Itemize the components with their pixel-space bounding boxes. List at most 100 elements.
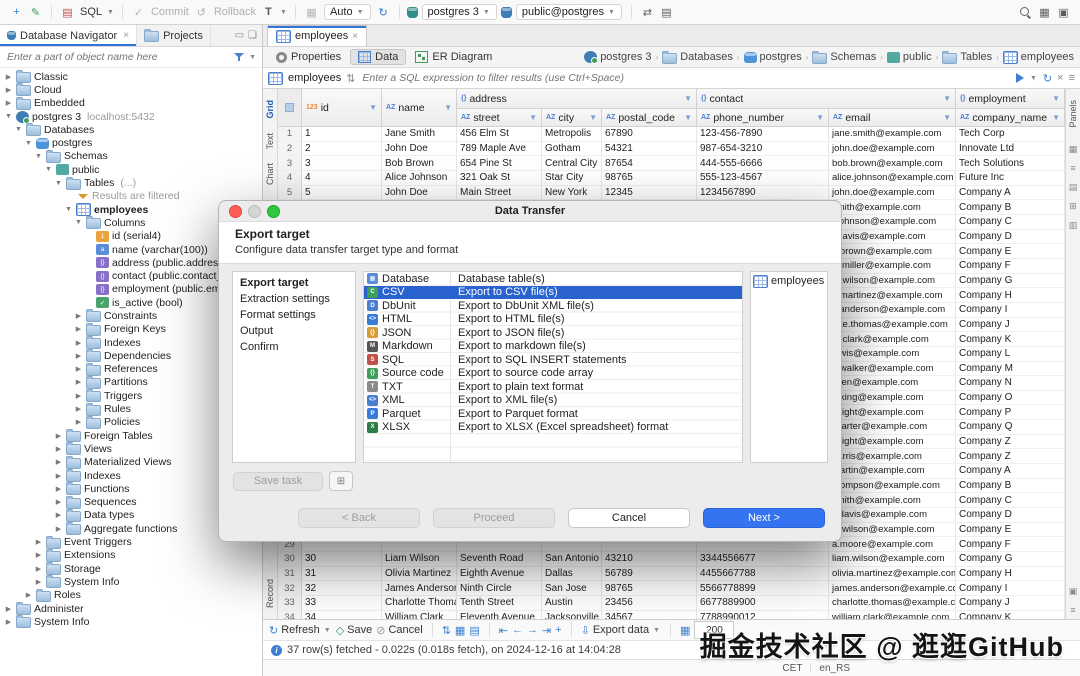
cell-company-name[interactable]: Company P: [956, 405, 1065, 420]
cell-company-name[interactable]: Company C: [956, 493, 1065, 508]
expand-filter-icon[interactable]: ⇅: [346, 72, 355, 85]
column-header-city[interactable]: AZ city ▼: [542, 109, 602, 127]
cell-company-name[interactable]: Tech Corp: [956, 127, 1065, 142]
cell-email[interactable]: a.king@example.com: [829, 391, 956, 406]
cell-name[interactable]: James Anderson: [382, 581, 457, 596]
chevron-right-icon[interactable]: ▶: [24, 591, 33, 599]
cell-company-name[interactable]: Company E: [956, 523, 1065, 538]
minimize-view-icon[interactable]: ▭: [235, 30, 244, 41]
edit-connection-icon[interactable]: [27, 4, 44, 20]
cell-email[interactable]: allen@example.com: [829, 376, 956, 391]
tree-item[interactable]: ▶Administer: [0, 602, 262, 615]
column-filter-icon[interactable]: ▼: [943, 113, 951, 122]
column-header-street[interactable]: AZ street ▼: [457, 109, 542, 127]
wizard-step[interactable]: Output: [233, 323, 355, 339]
cell-email[interactable]: thompson@example.com: [829, 479, 956, 494]
chevron-down-icon[interactable]: ▼: [249, 54, 256, 61]
timezone-label[interactable]: CET: [782, 663, 802, 674]
chevron-right-icon[interactable]: ▶: [54, 445, 63, 453]
exporter-row[interactable]: HTMLExport to HTML file(s): [364, 313, 742, 327]
minimize-window-icon[interactable]: [248, 205, 261, 218]
chevron-right-icon[interactable]: ▶: [4, 99, 13, 107]
cell-company-name[interactable]: Company B: [956, 479, 1065, 494]
locale-label[interactable]: en_RS: [819, 663, 850, 674]
panel-settings-icon[interactable]: ▣: [1069, 587, 1078, 596]
tree-item[interactable]: ▼Schemas: [0, 150, 262, 163]
cell-company-name[interactable]: Company Q: [956, 420, 1065, 435]
task-settings-button[interactable]: [329, 471, 353, 491]
cell-email[interactable]: d.brown@example.com: [829, 244, 956, 259]
tree-item[interactable]: ▼public: [0, 163, 262, 176]
save-task-button[interactable]: Save task: [233, 472, 323, 491]
search-button[interactable]: [1017, 4, 1034, 20]
cell-email[interactable]: s.anderson@example.com: [829, 303, 956, 318]
cell-postal-code[interactable]: 12345: [602, 186, 697, 201]
tree-item[interactable]: ▼Databases: [0, 123, 262, 136]
tree-item[interactable]: ▶System Info: [0, 575, 262, 588]
close-window-icon[interactable]: [229, 205, 242, 218]
row-number[interactable]: 2: [278, 142, 302, 157]
cell-company-name[interactable]: Company G: [956, 552, 1065, 567]
chevron-right-icon[interactable]: ▶: [74, 405, 83, 413]
tab-chart-view[interactable]: Chart: [265, 163, 275, 185]
cell-phone-number[interactable]: 5566778899: [697, 581, 829, 596]
cell-email[interactable]: john.doe@example.com: [829, 142, 956, 157]
column-header-name[interactable]: AZ name ▼: [382, 89, 457, 127]
cell-email[interactable]: alice.johnson@example.com: [829, 171, 956, 186]
cell-email[interactable]: james.anderson@example.com: [829, 581, 956, 596]
cell-email[interactable]: jane.smith@example.com: [829, 127, 956, 142]
chevron-down-icon[interactable]: ▼: [64, 206, 73, 213]
column-group-employment[interactable]: {} employment ▼: [956, 89, 1065, 109]
chevron-down-icon[interactable]: ▼: [107, 9, 114, 16]
clear-filter-icon[interactable]: ×: [1057, 72, 1063, 84]
exporter-row[interactable]: Source codeExport to source code array: [364, 367, 742, 381]
object-filter-input[interactable]: [5, 50, 230, 64]
tree-item[interactable]: ▶Extensions: [0, 549, 262, 562]
cell-email[interactable]: liam.wilson@example.com: [829, 552, 956, 567]
cell-street[interactable]: 321 Oak St: [457, 171, 542, 186]
select-all-corner[interactable]: [278, 89, 302, 127]
column-filter-icon[interactable]: ▼: [684, 113, 692, 122]
cell-street[interactable]: 654 Pine St: [457, 156, 542, 171]
cell-company-name[interactable]: Company A: [956, 186, 1065, 201]
cell-id[interactable]: 5: [302, 186, 382, 201]
cell-city[interactable]: New York: [542, 186, 602, 201]
dialog-titlebar[interactable]: Data Transfer: [219, 201, 841, 222]
chevron-down-icon[interactable]: ▼: [54, 180, 63, 187]
tree-item[interactable]: ▶Roles: [0, 589, 262, 602]
cell-phone-number[interactable]: 1234567890: [697, 186, 829, 201]
cell-id[interactable]: 32: [302, 581, 382, 596]
chevron-right-icon[interactable]: ▶: [74, 352, 83, 360]
breadcrumb-item[interactable]: postgres: [744, 51, 802, 63]
cell-postal-code[interactable]: 23456: [602, 596, 697, 611]
cell-company-name[interactable]: Company J: [956, 318, 1065, 333]
cell-street[interactable]: Main Street: [457, 186, 542, 201]
exporter-row[interactable]: JSONExport to JSON file(s): [364, 326, 742, 340]
exporter-row[interactable]: XMLExport to XML file(s): [364, 394, 742, 408]
chevron-right-icon[interactable]: ▶: [4, 605, 13, 613]
cell-company-name[interactable]: Company Z: [956, 435, 1065, 450]
wizard-step[interactable]: Extraction settings: [233, 291, 355, 307]
sql-editor-label[interactable]: SQL: [80, 6, 102, 18]
cell-phone-number[interactable]: 4455667788: [697, 567, 829, 582]
refresh-button[interactable]: Refresh ▼: [269, 624, 332, 637]
cell-phone-number[interactable]: 3344556677: [697, 552, 829, 567]
commit-label[interactable]: Commit: [151, 6, 189, 18]
cell-company-name[interactable]: Company H: [956, 567, 1065, 582]
cell-name[interactable]: Olivia Martinez: [382, 567, 457, 582]
breadcrumb-item[interactable]: Tables: [942, 51, 992, 64]
cancel-button[interactable]: Cancel: [376, 624, 422, 637]
cell-street[interactable]: 456 Elm St: [457, 127, 542, 142]
exporter-row[interactable]: TXTExport to plain text format: [364, 380, 742, 394]
cell-email[interactable]: john.doe@example.com: [829, 186, 956, 201]
row-number[interactable]: 31: [278, 567, 302, 582]
column-filter-icon[interactable]: ▼: [589, 113, 597, 122]
last-page-icon[interactable]: [542, 624, 551, 637]
chevron-right-icon[interactable]: ▶: [74, 365, 83, 373]
apps-icon[interactable]: [1036, 4, 1053, 20]
cell-id[interactable]: 30: [302, 552, 382, 567]
sql-filter-input[interactable]: [360, 71, 1011, 85]
cell-email[interactable]: el.wilson@example.com: [829, 523, 956, 538]
chevron-right-icon[interactable]: ▶: [4, 86, 13, 94]
chevron-down-icon[interactable]: ▼: [34, 153, 43, 160]
